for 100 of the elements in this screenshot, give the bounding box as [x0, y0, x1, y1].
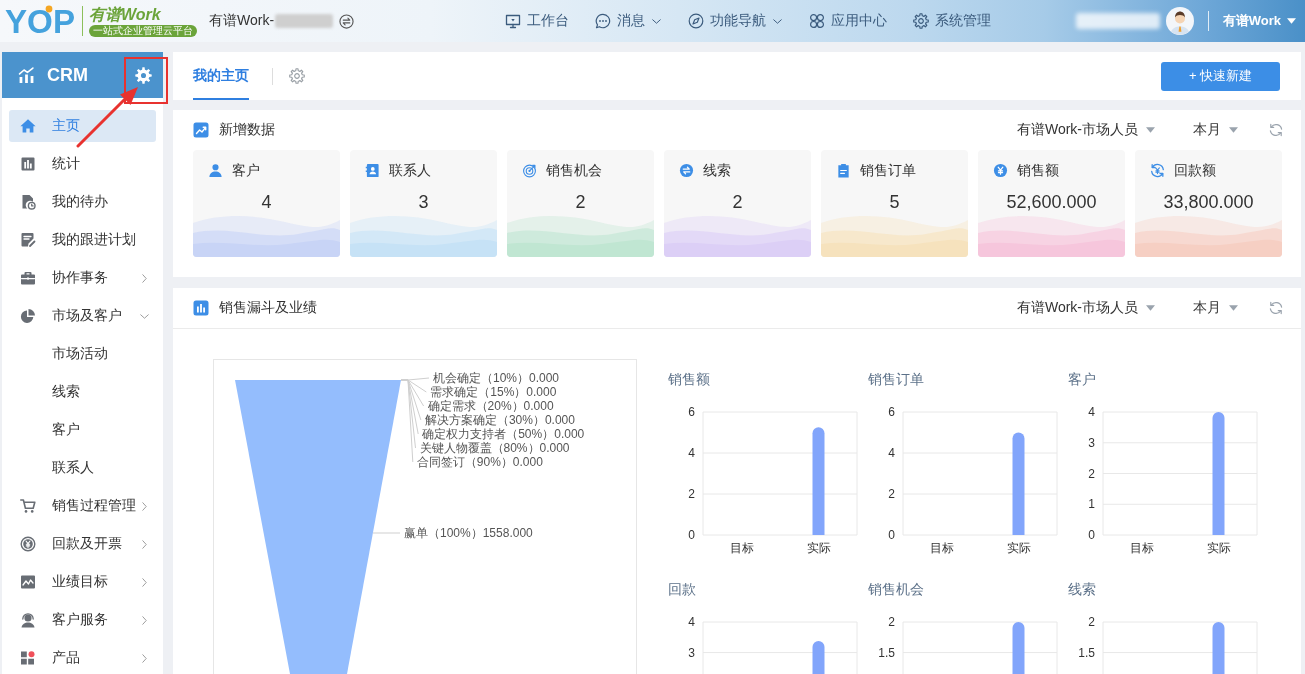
funnel-label: 解决方案确定（30%）0.000: [424, 413, 575, 427]
caret-down-icon: [1229, 127, 1238, 133]
sidebar-item[interactable]: 回款及开票: [9, 528, 156, 560]
apps-icon: [20, 650, 36, 666]
logo: YOP: [5, 3, 77, 39]
tick-label: 2: [888, 615, 895, 629]
target-icon: [522, 162, 537, 178]
sidebar-item[interactable]: 客户服务: [9, 604, 156, 636]
funnel-label: 需求确定（15%）0.000: [430, 385, 557, 399]
chart-title: 线索: [1068, 580, 1097, 599]
panel-title: 新增数据: [219, 121, 275, 139]
category-label: 实际: [1006, 541, 1031, 555]
tab[interactable]: 我的主页: [193, 52, 249, 100]
logo-name: 有谱Work: [89, 5, 161, 23]
nav-item[interactable]: 系统管理: [913, 12, 991, 30]
tick-label: 6: [688, 405, 695, 419]
filter-dropdown[interactable]: 本月: [1193, 121, 1238, 139]
settings-icon[interactable]: [289, 68, 305, 84]
tick-label: 4: [688, 615, 695, 629]
sidebar-item[interactable]: 协作事务: [9, 262, 156, 294]
bar-chart-icon: [20, 156, 36, 172]
logo-tagline: 一站式企业管理云平台: [89, 24, 197, 37]
cart-icon: [20, 498, 36, 514]
tick-label: 4: [1088, 405, 1095, 419]
stat-label: 回款额: [1174, 161, 1216, 179]
trend-chart-icon: [193, 122, 209, 138]
tick-label: 2: [1088, 466, 1095, 481]
stat-value: 2: [575, 191, 586, 213]
filter-dropdown[interactable]: 有谱Work-市场人员: [1016, 121, 1155, 139]
tick-label: 3: [1088, 435, 1095, 450]
sidebar-item[interactable]: 业绩目标: [9, 566, 156, 598]
chart-title: 销售订单: [868, 370, 925, 389]
chart-title: 销售机会: [868, 580, 925, 599]
filter-dropdown[interactable]: 本月: [1193, 299, 1238, 317]
funnel-label: 确定权力支持者（50%）0.000: [422, 427, 585, 441]
bar: [1212, 622, 1225, 674]
nav-item[interactable]: 消息: [595, 12, 662, 30]
home-icon: [20, 118, 36, 134]
bar: [812, 641, 825, 674]
sidebar-item[interactable]: 客户: [9, 414, 156, 446]
funnel-label: 赢单（100%）1558.000: [404, 526, 533, 540]
tick-label: 1.5: [878, 645, 895, 660]
tick-label: 2: [888, 487, 895, 501]
contact-card-icon: [365, 162, 380, 178]
line-chart-icon: [20, 574, 36, 590]
sidebar-item[interactable]: 市场活动: [9, 338, 156, 370]
pie-chart-icon: [20, 308, 36, 324]
stat-label: 销售订单: [860, 161, 916, 179]
compass-icon: [688, 13, 704, 29]
funnel-label: 合同签订（90%）0.000: [416, 455, 543, 469]
filter-dropdown[interactable]: 有谱Work-市场人员: [1016, 299, 1155, 317]
module-title: CRM: [47, 64, 88, 86]
stat-label: 销售额: [1017, 161, 1059, 179]
settings-icon: [913, 13, 929, 29]
tick-label: 3: [688, 645, 695, 660]
refresh-icon[interactable]: [1268, 300, 1284, 316]
category-label: 目标: [1129, 541, 1154, 555]
stat-value: 3: [418, 191, 429, 213]
bar-chart-icon: [18, 66, 35, 84]
nav-item[interactable]: 工作台: [505, 12, 569, 30]
caret-down-icon: [1229, 305, 1238, 311]
tick-label: 6: [888, 405, 895, 419]
sidebar-item[interactable]: 联系人: [9, 452, 156, 484]
tick-label: 4: [888, 446, 895, 460]
sidebar-item[interactable]: 产品: [9, 642, 156, 674]
tick-label: 2: [1088, 615, 1095, 629]
stat-label: 销售机会: [546, 161, 602, 179]
sidebar-item[interactable]: 我的待办: [9, 186, 156, 218]
swap-icon[interactable]: [339, 13, 355, 29]
nav-item[interactable]: 功能导航: [688, 12, 783, 30]
nav-item[interactable]: 应用中心: [809, 12, 887, 30]
sidebar-item[interactable]: 市场及客户: [9, 300, 156, 332]
funnel-label: 机会确定（10%）0.000: [433, 371, 560, 385]
stat-label: 客户: [232, 161, 260, 179]
category-label: 实际: [1206, 541, 1231, 555]
blurred-patch: [275, 14, 334, 28]
grid-icon: [809, 13, 825, 29]
person-headset-icon: [20, 612, 36, 628]
panel-title: 销售漏斗及业绩: [219, 299, 317, 317]
document-clock-icon: [20, 194, 36, 210]
tick-label: 4: [688, 446, 695, 460]
stat-value: 52,600.000: [1006, 191, 1097, 213]
chart-title: 回款: [668, 580, 697, 599]
avatar-icon: [1165, 7, 1194, 35]
sidebar-item[interactable]: 统计: [9, 148, 156, 180]
category-label: 目标: [929, 541, 954, 555]
chart-title: 销售额: [668, 370, 711, 389]
stat-value: 33,800.000: [1163, 191, 1254, 213]
caret-down-icon: [1287, 18, 1296, 24]
tick-label: 0: [888, 528, 895, 542]
chat-bubble-icon: [595, 13, 611, 29]
category-label: 实际: [806, 541, 831, 555]
sidebar-item[interactable]: 我的跟进计划: [9, 224, 156, 256]
stat-label: 线索: [703, 161, 731, 179]
category-label: 目标: [729, 541, 754, 555]
sidebar-item[interactable]: 销售过程管理: [9, 490, 156, 522]
caret-down-icon: [1146, 305, 1155, 311]
stat-label: 联系人: [389, 161, 431, 179]
refresh-icon[interactable]: [1268, 122, 1284, 138]
sidebar-item[interactable]: 线索: [9, 376, 156, 408]
